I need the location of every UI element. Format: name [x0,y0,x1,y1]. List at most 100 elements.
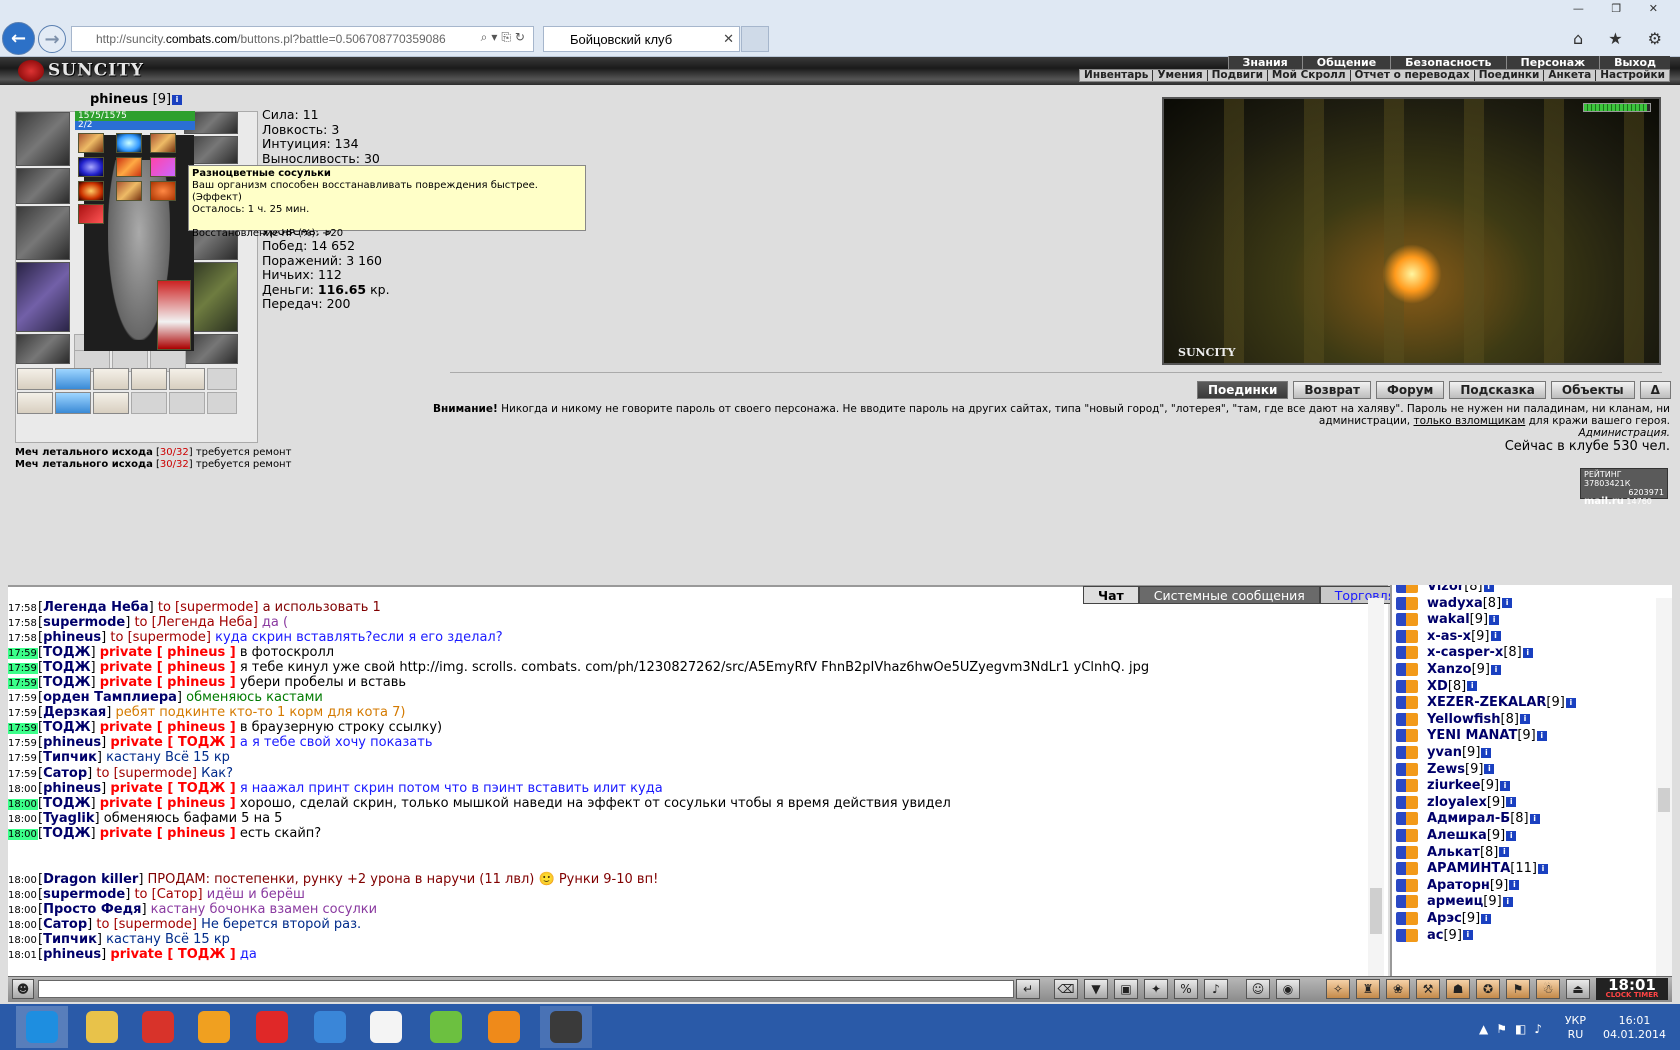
online-user-name[interactable]: wadyxa [1427,596,1483,611]
chat-author[interactable]: Типчик [43,750,97,765]
explorer-icon[interactable] [76,1006,128,1048]
odnoklassniki-icon[interactable] [478,1006,530,1048]
empty-slot[interactable] [169,392,205,414]
chat-author[interactable]: ТОДЖ [43,660,90,675]
online-user[interactable]: wadyxa[8] i [1396,596,1513,613]
chat-author[interactable]: Сатор [43,917,87,932]
emoji-icon[interactable]: ☺ [1246,979,1270,999]
status-icon[interactable]: ◉ [1276,979,1300,999]
craft-icon[interactable]: ⚒ [1416,979,1440,999]
chat-author[interactable]: Легенда Неба [43,600,149,615]
chat-author[interactable]: Tyaglik [43,811,94,826]
user-action-icon[interactable] [1396,663,1418,676]
chat-private[interactable]: private [ phineus ] [100,796,236,811]
online-user-name[interactable]: Vizor [1427,585,1464,594]
top-menu-item[interactable]: Знания [1227,56,1302,69]
user-action-icon[interactable] [1396,629,1418,643]
fight-icon[interactable]: ✦ [1144,979,1168,999]
chat-author[interactable]: Сатор [43,766,87,781]
nav-button[interactable]: Δ [1639,381,1671,399]
weapon-slot[interactable] [16,206,70,260]
new-tab-button[interactable] [741,26,769,52]
top-menu-item[interactable]: Выход [1599,56,1670,69]
online-user-name[interactable]: Алькат [1427,845,1480,860]
online-user-name[interactable]: Zews [1427,762,1465,777]
magic-icon[interactable]: ✪ [1476,979,1500,999]
chat-private[interactable]: private [ ТОДЖ ] [110,947,235,962]
online-user-name[interactable]: YENI MANAT [1427,728,1517,743]
online-user-name[interactable]: Араторн [1427,878,1490,893]
info-icon[interactable]: i [1462,930,1473,941]
sub-menu-item[interactable]: Мой Скролл [1268,70,1351,81]
user-action-icon[interactable] [1396,613,1418,627]
online-user-name[interactable]: Адмирал-Б [1427,811,1510,826]
scroll-slot[interactable] [169,368,205,390]
game-clock[interactable]: 18:01 CLOCK TIMER [1596,978,1668,1000]
chat-author[interactable]: phineus [43,630,101,645]
chat-scrollbar[interactable] [1368,598,1384,976]
online-scrollbar[interactable] [1656,598,1672,976]
chat-author[interactable]: ТОДЖ [43,675,90,690]
online-user-name[interactable]: XEZER-ZEKALAR [1427,695,1546,710]
chat-author[interactable]: Дерзкая [43,705,106,720]
chat-tab[interactable]: Чат [1083,586,1139,604]
user-action-icon[interactable] [1396,795,1418,809]
effect-icon[interactable] [78,157,104,177]
nav-button[interactable]: Поединки [1197,381,1289,399]
empty-slot[interactable] [207,392,237,414]
user-action-icon[interactable] [1396,912,1418,925]
chat-author[interactable]: supermode [43,887,125,902]
user-action-icon[interactable] [1396,845,1418,859]
chat-author[interactable]: supermode [43,615,125,630]
info-icon[interactable]: i [1502,598,1513,609]
location-scene[interactable]: SUNCITY [1162,97,1661,365]
user-action-icon[interactable] [1396,596,1418,610]
info-icon[interactable]: i [1537,863,1548,874]
exit-icon[interactable]: ⏏ [1566,979,1590,999]
info-icon[interactable]: i [1490,664,1501,675]
online-user[interactable]: Арэс[9] i [1396,911,1492,928]
info-icon[interactable]: i [1506,830,1517,841]
online-user[interactable]: Араторн[9] i [1396,878,1520,895]
chat-tab[interactable]: Системные сообщения [1138,586,1320,604]
user-action-icon[interactable] [1396,812,1418,826]
chat-recipient[interactable]: to [supermode] [158,600,259,615]
chat-author[interactable]: Просто Федя [43,902,141,917]
helmet-slot[interactable] [16,112,70,166]
info-icon[interactable]: i [1529,813,1540,824]
pet-icon[interactable] [157,280,191,350]
smiley-icon[interactable]: ☻ [12,979,34,999]
nav-button[interactable]: Возврат [1293,381,1371,399]
effect-icon[interactable] [116,157,142,177]
ice-scroll-slot[interactable] [55,368,91,390]
online-user-name[interactable]: zloyalex [1427,795,1487,810]
scroll-slot[interactable] [17,392,53,414]
party-icon[interactable]: ☗ [1446,979,1470,999]
chat-private[interactable]: private [ ТОДЖ ] [110,781,235,796]
online-user-name[interactable]: yvan [1427,745,1462,760]
send-icon[interactable]: ↵ [1016,979,1040,999]
online-user[interactable]: yvan[9] i [1396,745,1492,762]
yandex-icon[interactable] [246,1006,298,1048]
chat-private[interactable]: private [ phineus ] [100,675,236,690]
nav-button[interactable]: Подсказка [1449,381,1546,399]
green-app-icon[interactable] [420,1006,472,1048]
online-user-name[interactable]: армеиц [1427,894,1483,909]
top-menu-item[interactable]: Безопасность [1390,56,1505,69]
chat-author[interactable]: ТОДЖ [43,796,90,811]
info-icon[interactable]: i [1509,880,1520,891]
chat-recipient[interactable]: to [Легенда Неба] [134,615,257,630]
pet-action-icon[interactable]: ❀ [1386,979,1410,999]
user-action-icon[interactable] [1396,895,1418,909]
online-user[interactable]: Vizor[8] i [1396,585,1494,596]
online-user[interactable]: YENI MANAT[9] i [1396,728,1547,745]
user-action-icon[interactable] [1396,729,1418,743]
effect-icon[interactable] [116,133,142,153]
address-bar[interactable]: http://suncity.combats.com/buttons.pl?ba… [71,26,534,52]
tab-close-icon[interactable]: ✕ [723,31,734,47]
online-user-name[interactable]: ziurkee [1427,778,1481,793]
nav-button[interactable]: Форум [1375,381,1445,399]
chat-author[interactable]: ТОДЖ [43,826,90,841]
user-action-icon[interactable] [1396,779,1418,793]
info-icon[interactable]: i [1489,614,1500,625]
